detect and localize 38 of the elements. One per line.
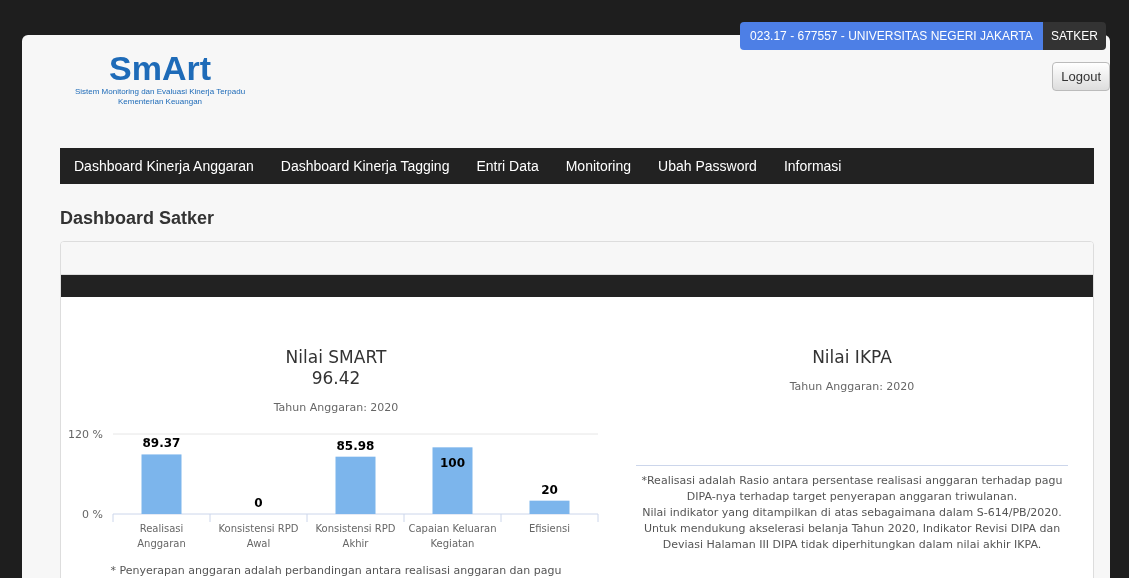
unit-badge: 023.17 - 677557 - UNIVERSITAS NEGERI JAKARTA [740, 22, 1043, 50]
footnote: Nilai indikator yang ditampilkan di atas sebagaimana dalam S-614/PB/2020. [641, 505, 1063, 521]
footnote: *Realisasi adalah Rasio antara persentase realisasi anggaran terhadap pagu DIPA-nya terhadap target penyerapan anggaran triwulanan. [640, 473, 1064, 505]
nav-item[interactable]: Dashboard Kinerja Anggaran [74, 158, 254, 174]
logo: SmArt [109, 49, 211, 87]
data-label: 85.98 [336, 438, 375, 453]
category-label: Konsistensi RPD Akhir [315, 523, 396, 549]
logo-ministry: Kementerian Keuangan [117, 97, 203, 107]
page-heading: Dashboard Satker [60, 208, 216, 229]
data-label: 20 [541, 482, 558, 497]
nav-item[interactable]: Dashboard Kinerja Tagging [280, 158, 450, 174]
nav-item[interactable]: Entri Data [476, 158, 539, 174]
year-label: Tahun Anggaran: 2020 [789, 380, 915, 393]
bar [432, 447, 473, 514]
logout-button[interactable]: Logout [1052, 62, 1110, 91]
category-label: Konsistensi RPD Awal [218, 523, 299, 549]
bar [335, 456, 376, 514]
nav-item[interactable]: Informasi [783, 158, 842, 174]
nav-item[interactable]: Ubah Password [658, 158, 757, 174]
chart-title: Nilai IKPA [812, 347, 892, 368]
bar [529, 500, 570, 514]
axis-label: 0 % [82, 508, 103, 521]
footnote: Untuk mendukung akselerasi belanja Tahun 2020, Indikator Revisi DIPA dan Deviasi Halaman III DIPA tidak diperhitungkan dalam nilai akhir IKPA. [642, 521, 1062, 553]
data-label: 0 [254, 496, 263, 510]
category-label: Capaian Keluaran Kegiatan [408, 523, 497, 549]
category-label: Efisiensi [528, 523, 571, 534]
logo-subtitle: Sistem Monitoring dan Evaluasi Kinerja Terpadu [74, 87, 246, 97]
role-badge: SATKER [1042, 22, 1106, 50]
footnote: * Penyerapan anggaran adalah perbandingan antara realisasi anggaran dan pagu [110, 564, 562, 577]
data-label: 89.37 [142, 436, 181, 451]
data-label: 100 [439, 456, 466, 471]
chart-title: Nilai SMART [285, 347, 387, 368]
nav-item[interactable]: Monitoring [565, 158, 632, 174]
axis-label: 120 % [68, 428, 103, 441]
bar [141, 454, 182, 514]
category-label: Realisasi Anggaran [137, 523, 186, 549]
score: 96.42 [311, 368, 361, 389]
year-label: Tahun Anggaran: 2020 [273, 401, 399, 414]
